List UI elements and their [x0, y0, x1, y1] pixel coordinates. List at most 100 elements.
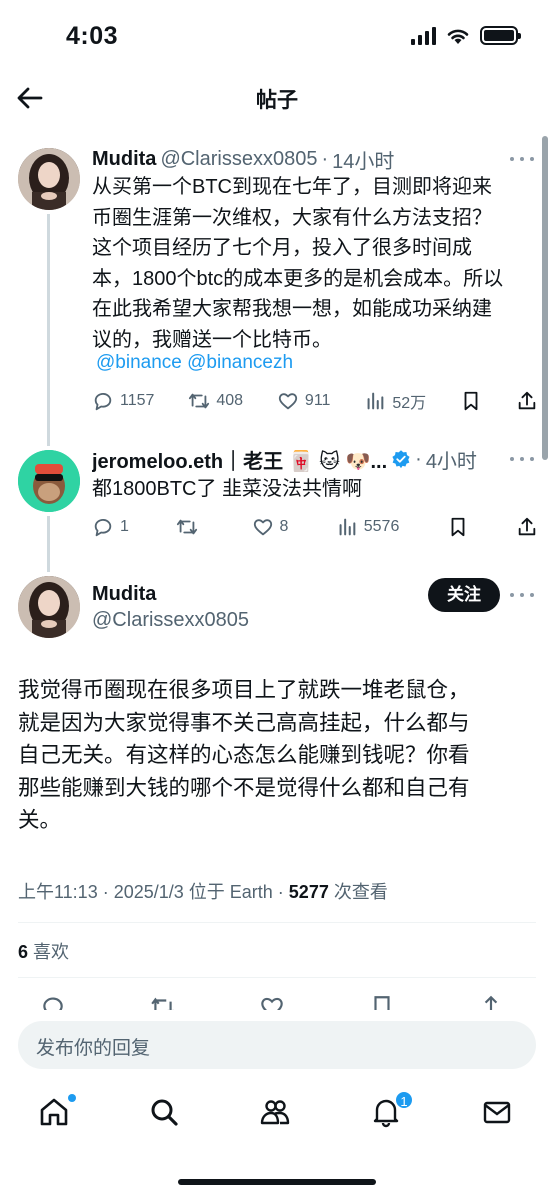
tweet-line: 关。	[18, 808, 62, 832]
avatar[interactable]	[18, 148, 80, 210]
tweet-line: 币圈生涯第一次维权，大家有什么方法支招？	[92, 206, 492, 229]
tweet-line: 从买第一个BTC到现在七年了，目测即将迎来	[92, 176, 492, 198]
status-icons	[411, 26, 521, 45]
timestamp-location: 上午11:13 · 2025/1/3 位于 Earth ·	[18, 882, 289, 902]
repost-icon[interactable]	[150, 994, 176, 1010]
views-button[interactable]: 5576	[336, 516, 400, 538]
more-options-icon[interactable]	[510, 455, 534, 463]
home-unread-dot	[68, 1094, 76, 1102]
communities-icon	[260, 1100, 290, 1125]
tweet-line: 就是因为大家觉得事不关己高高挂起，什么都与	[18, 710, 470, 735]
bookmark-button[interactable]	[447, 516, 469, 538]
tweet-text: 都1800BTC了 韭菜没法共情啊	[92, 478, 363, 500]
tweet-text: 我觉得币圈现在很多项目上了就跌一堆老鼠仓， 就是因为大家觉得事不关己高高挂起，什…	[18, 674, 536, 837]
notification-badge: 1	[394, 1090, 414, 1110]
avatar[interactable]	[18, 450, 80, 512]
reply-icon[interactable]	[40, 994, 66, 1010]
reply-button[interactable]: 1157	[92, 390, 154, 412]
more-options-icon[interactable]	[510, 591, 534, 599]
more-options-icon[interactable]	[510, 155, 534, 163]
bookmark-icon	[464, 391, 478, 411]
like-button[interactable]: 911	[277, 390, 331, 412]
tweet-line: 在此我希望大家帮我想一想，如能成功采纳建	[92, 298, 492, 320]
tweet-line: 这个项目经历了七个月，投入了很多时间成	[92, 237, 472, 259]
view-count: 5277	[288, 882, 329, 902]
scrollbar[interactable]	[542, 136, 548, 460]
tab-notifications[interactable]: 1	[370, 1090, 414, 1132]
view-count: 52万	[392, 395, 427, 412]
tweet-actions: 1157 408 911 52万	[92, 388, 538, 414]
avatar-photo	[18, 576, 80, 638]
page-header: 帖子	[0, 70, 554, 128]
like-count: 6	[18, 942, 29, 962]
analytics-icon	[339, 518, 356, 536]
search-icon	[151, 1099, 178, 1126]
share-button[interactable]	[516, 390, 538, 412]
ape-avatar-image	[18, 450, 80, 512]
reply-count: 1	[120, 518, 129, 535]
like-count: 911	[304, 392, 331, 409]
tweet-time: 14小时	[332, 150, 395, 173]
bookmark-icon[interactable]	[369, 994, 395, 1010]
mail-icon	[483, 1101, 511, 1124]
view-label: 次查看	[328, 882, 388, 902]
author-handle[interactable]: @Clarissexx0805	[92, 609, 249, 632]
status-bar: 4:03	[0, 0, 554, 70]
reply-icon	[94, 392, 112, 411]
verified-badge-icon	[392, 450, 410, 469]
repost-count: 408	[216, 392, 244, 409]
tweet-line: 本，1800个btc的成本更多的是机会成本。所以	[92, 267, 504, 290]
home-indicator	[178, 1179, 376, 1185]
views-button[interactable]: 52万	[364, 389, 426, 413]
analytics-icon	[367, 392, 384, 410]
heart-icon	[253, 519, 272, 536]
separator: ·	[321, 147, 329, 170]
tweet-line: 议的，我赠送一个比特币。	[92, 328, 332, 351]
author-name[interactable]: Mudita	[92, 583, 156, 606]
tweet-text: 从买第一个BTC到现在七年了，目测即将迎来 币圈生涯第一次维权，大家有什么方法支…	[92, 172, 530, 355]
avatar[interactable]	[18, 576, 80, 638]
page-title: 帖子	[256, 89, 298, 112]
reply-button[interactable]: 1	[92, 516, 129, 538]
battery-icon	[480, 26, 521, 45]
repost-icon	[177, 519, 198, 535]
tweet-time: 4小时	[425, 450, 477, 473]
status-time: 4:03	[66, 22, 119, 50]
author-name[interactable]: jeromeloo.eth｜老王 🀄 🐱 🐶...	[92, 446, 387, 473]
cellular-signal-icon	[411, 26, 436, 45]
tweet-line: 那些能赚到大钱的哪个不是觉得什么都和自己有	[18, 775, 470, 800]
author-name[interactable]: Mudita	[92, 148, 156, 171]
view-count: 5576	[363, 518, 400, 535]
tab-communities[interactable]	[259, 1096, 295, 1132]
share-icon	[518, 391, 536, 410]
home-icon	[40, 1098, 68, 1126]
share-icon[interactable]	[478, 994, 504, 1010]
tab-messages[interactable]	[481, 1096, 517, 1132]
mention-links[interactable]: @binance @binancezh	[96, 352, 293, 374]
reply-icon	[94, 518, 112, 537]
share-button[interactable]	[516, 516, 538, 538]
divider	[18, 977, 536, 978]
tweet-line: 我觉得币圈现在很多项目上了就跌一堆老鼠仓，	[18, 678, 470, 702]
repost-button[interactable]: 408	[188, 390, 243, 412]
divider	[18, 922, 536, 923]
share-icon	[518, 517, 536, 536]
tweet-meta: 上午11:13 · 2025/1/3 位于 Earth · 5277 次查看	[18, 878, 388, 904]
follow-button[interactable]: 关注	[428, 578, 500, 612]
repost-button[interactable]	[176, 516, 204, 538]
tweet-actions: 1 8 5576	[92, 514, 538, 540]
tab-search[interactable]	[148, 1096, 184, 1132]
author-handle[interactable]: @Clarissexx0805	[160, 148, 317, 171]
like-button[interactable]: 8	[252, 516, 289, 538]
reply-input[interactable]: 发布你的回复	[18, 1021, 536, 1069]
wifi-icon	[447, 29, 469, 44]
thread-line	[47, 214, 50, 446]
repost-icon	[189, 393, 210, 409]
like-count: 8	[279, 518, 289, 535]
heart-icon	[278, 393, 298, 410]
bookmark-button[interactable]	[460, 390, 482, 412]
tab-home[interactable]	[38, 1094, 76, 1132]
heart-icon[interactable]	[259, 994, 285, 1010]
tweet-header: jeromeloo.eth｜老王 🀄 🐱 🐶... · 4小时	[92, 446, 490, 473]
likes-summary[interactable]: 6 喜欢	[18, 938, 69, 964]
